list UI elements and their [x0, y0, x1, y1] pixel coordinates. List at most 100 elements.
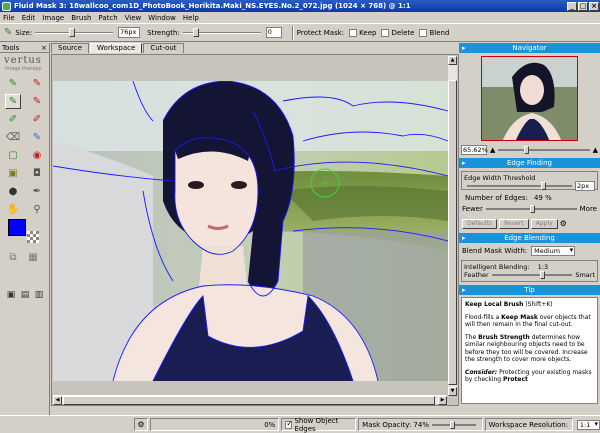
delete-fill-icon[interactable]: ◉: [29, 148, 45, 163]
zoom-icon[interactable]: ⚲: [29, 202, 45, 217]
delete-brush-icon[interactable]: ✎: [29, 76, 45, 91]
scroll-left-icon[interactable]: ◀: [53, 396, 62, 405]
toolbar-separator: [291, 25, 294, 40]
edge-threshold-group: Edge Width Threshold 2px: [461, 171, 598, 191]
tab-source[interactable]: Source: [51, 43, 90, 53]
edge-threshold-slider[interactable]: [467, 182, 572, 190]
edge-threshold-input[interactable]: 2px: [575, 181, 595, 191]
tab-workspace[interactable]: Workspace: [90, 43, 143, 53]
zoom-slider[interactable]: [498, 145, 590, 154]
zoom-row: 65.62% ▲ ▲: [459, 144, 600, 155]
mask-opacity-slider[interactable]: [431, 420, 476, 429]
edge-blending-header[interactable]: ▸ Edge Blending: [459, 233, 600, 243]
defaults-button[interactable]: Defaults: [462, 218, 498, 229]
collapse-arrow-icon[interactable]: ▸: [462, 43, 466, 53]
foreground-color-swatch[interactable]: [8, 219, 26, 236]
delete-checkbox[interactable]: [381, 28, 390, 37]
scroll-right-icon[interactable]: ▶: [438, 396, 447, 405]
keep-exact-brush-icon[interactable]: ✐: [5, 112, 21, 127]
delete-exact-brush-icon[interactable]: ✐: [29, 112, 45, 127]
workspace-resolution-label: Workspace Resolution:: [488, 420, 569, 429]
blend-mask-row: Blend Mask Width: Medium: [459, 245, 600, 257]
apply-button[interactable]: Apply: [530, 218, 558, 229]
menu-edit[interactable]: Edit: [22, 14, 36, 22]
menu-help[interactable]: Help: [183, 14, 199, 22]
keep-local-brush-icon[interactable]: ✎: [5, 94, 21, 109]
size-input[interactable]: 76px: [118, 27, 141, 38]
maximize-button[interactable]: □: [578, 1, 588, 11]
close-button[interactable]: ×: [589, 1, 599, 11]
scroll-up-icon[interactable]: ▲: [448, 56, 457, 65]
delete-local-brush-icon[interactable]: ✎: [29, 94, 45, 109]
view-mode-3-icon[interactable]: ▥: [31, 287, 47, 302]
zoom-in-icon[interactable]: ▲: [593, 146, 598, 154]
keep-fill-icon[interactable]: ▢: [5, 148, 21, 163]
hand-icon[interactable]: ✋: [5, 202, 21, 217]
collapse-arrow-icon[interactable]: ▸: [462, 233, 466, 243]
protect-mask-label: Protect Mask:: [296, 28, 345, 37]
menu-patch[interactable]: Patch: [98, 14, 117, 22]
intelligent-blending-slider[interactable]: [491, 271, 573, 279]
patch-tool-icon[interactable]: ▣: [5, 166, 21, 181]
menu-brush[interactable]: Brush: [71, 14, 91, 22]
size-slider[interactable]: [35, 28, 114, 37]
strength-slider[interactable]: [182, 28, 261, 37]
blend-mask-label: Blend Mask Width:: [462, 247, 528, 255]
settings-icon[interactable]: ⚙: [560, 219, 567, 228]
collapse-arrow-icon[interactable]: ▸: [462, 285, 466, 295]
camera-icon[interactable]: ◘: [29, 166, 45, 181]
edge-buttons-row: Defaults Revert Apply ⚙: [459, 217, 600, 230]
reset-icon[interactable]: ▦: [25, 250, 41, 265]
blend-mask-select[interactable]: Medium: [531, 246, 576, 256]
gear-icon[interactable]: ⚙: [137, 420, 144, 429]
horizontal-scrollbar[interactable]: ◀ ▶: [53, 395, 447, 405]
scroll-thumb-horizontal[interactable]: [63, 396, 435, 405]
resolution-pane: Workspace Resolution:: [484, 418, 573, 431]
eraser-icon[interactable]: ⌫: [5, 130, 21, 145]
scroll-thumb-vertical[interactable]: [448, 80, 457, 385]
size-label: Size:: [15, 28, 33, 37]
tools-close-icon[interactable]: ×: [41, 44, 47, 52]
workspace-resolution-select[interactable]: 1:1: [576, 419, 600, 430]
keep-checkbox[interactable]: [349, 28, 358, 37]
vertus-logo: vertus: [4, 55, 42, 66]
color-picker-icon[interactable]: ✒: [29, 184, 45, 199]
blob-tool-icon[interactable]: ●: [5, 184, 21, 199]
minimize-button[interactable]: _: [567, 1, 577, 11]
edge-finding-header[interactable]: ▸ Edge Finding: [459, 158, 600, 168]
app-icon: [2, 1, 11, 11]
transparency-swatch[interactable]: [27, 231, 39, 243]
tab-cut-out[interactable]: Cut-out: [143, 43, 184, 53]
swap-layers-icon[interactable]: ⧉: [5, 250, 21, 265]
vertical-scrollbar[interactable]: ▲ ▼: [448, 56, 457, 396]
tip-shortcut: (Shift+K): [525, 301, 553, 308]
tip-heading: Keep Local Brush: [465, 301, 524, 308]
blend-brush-icon[interactable]: ✎: [29, 130, 45, 145]
collapse-arrow-icon[interactable]: ▸: [462, 158, 466, 168]
revert-button[interactable]: Revert: [499, 218, 529, 229]
workspace-photo[interactable]: [53, 81, 448, 381]
zoom-out-icon[interactable]: ▲: [490, 146, 495, 154]
menu-file[interactable]: File: [3, 14, 15, 22]
window-title: Fluid Mask 3: 18wallcoo_com1D_PhotoBook_…: [14, 2, 411, 10]
number-of-edges-slider[interactable]: [485, 204, 577, 213]
scroll-down-icon[interactable]: ▼: [448, 387, 457, 396]
progress-value: 0%: [264, 420, 276, 429]
strength-label: Strength:: [147, 28, 180, 37]
workspace-canvas[interactable]: ▲ ▼ ◀ ▶: [51, 54, 459, 406]
menu-image[interactable]: Image: [42, 14, 64, 22]
navigator-thumbnail[interactable]: [481, 56, 578, 141]
strength-input[interactable]: 0: [265, 27, 282, 38]
menu-view[interactable]: View: [125, 14, 142, 22]
keep-brush-icon[interactable]: ✎: [5, 76, 21, 91]
show-object-edges-checkbox[interactable]: ✓: [285, 419, 293, 429]
status-bar: ⚙ 0% ✓ Show Object Edges Mask Opacity: 7…: [0, 415, 600, 433]
more-label: More: [579, 204, 597, 213]
navigator-header[interactable]: ▸ Navigator: [459, 43, 600, 53]
blend-checkbox[interactable]: [419, 28, 428, 37]
tip-header[interactable]: ▸ Tip: [459, 285, 600, 295]
tools-title: Tools: [2, 43, 20, 52]
vertus-tagline: image therapy: [5, 66, 42, 72]
menu-window[interactable]: Window: [148, 14, 176, 22]
zoom-input[interactable]: 65.62%: [461, 144, 488, 155]
